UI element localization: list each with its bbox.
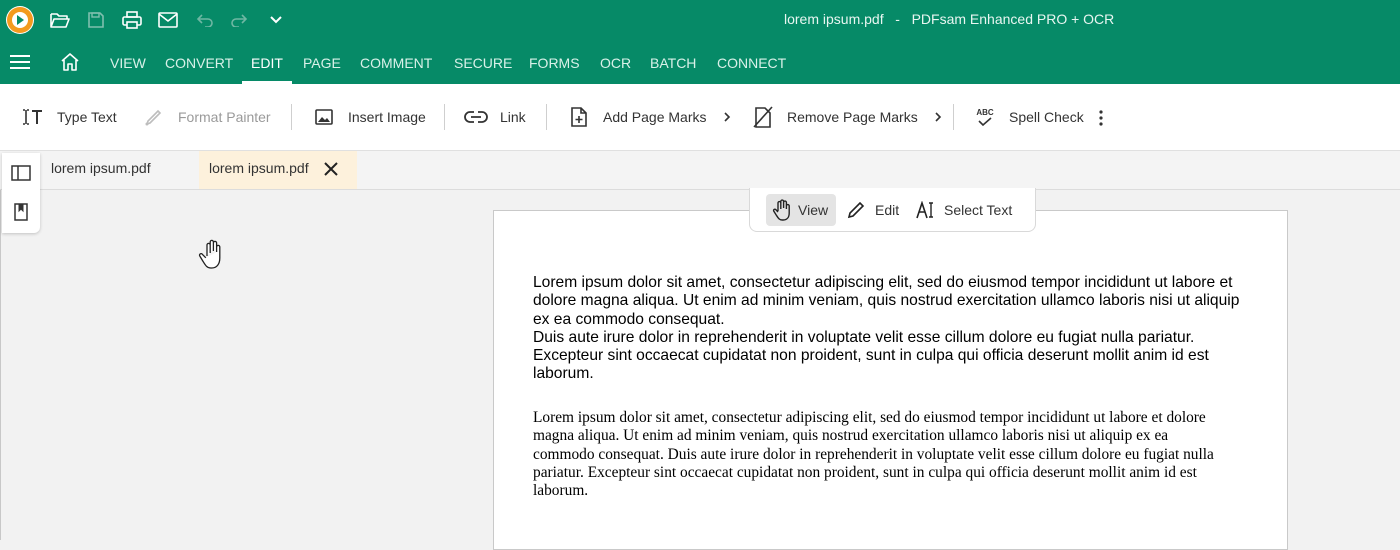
text-line: ex ea commodo consequat. xyxy=(533,310,725,328)
menu-batch[interactable]: BATCH xyxy=(650,40,696,84)
edit-ribbon: Type Text Format Painter Insert Image Li… xyxy=(0,84,1400,151)
remove-page-mark-icon xyxy=(751,105,775,129)
undo-icon[interactable] xyxy=(192,8,216,32)
text-line: Duis aute irure dolor in reprehenderit i… xyxy=(533,328,1195,346)
menu-convert[interactable]: CONVERT xyxy=(165,40,233,84)
text-line: Lorem ipsum dolor sit amet, consectetur … xyxy=(533,409,1206,426)
text-line: pariatur. Excepteur sint occaecat cupida… xyxy=(533,463,1197,481)
side-panel xyxy=(2,153,40,233)
home-icon[interactable] xyxy=(60,52,80,72)
interaction-mode-toolbar: View Edit Select Text xyxy=(749,188,1036,232)
text-line: laborum. xyxy=(533,482,589,500)
customize-chevron-icon[interactable] xyxy=(264,8,288,32)
view-mode-label: View xyxy=(798,202,829,218)
save-icon[interactable] xyxy=(84,8,108,32)
ribbon-divider xyxy=(291,104,292,130)
spell-check-label: Spell Check xyxy=(1009,109,1084,125)
hand-icon xyxy=(772,199,792,221)
chevron-right-icon xyxy=(934,111,942,123)
menu-edit[interactable]: EDIT xyxy=(251,40,283,84)
text-line: dolore magna aliqua. Ut enim ad minim ve… xyxy=(533,292,1240,310)
menu-connect[interactable]: CONNECT xyxy=(717,40,786,84)
more-options-icon[interactable] xyxy=(1096,109,1106,127)
add-page-marks-button[interactable]: Add Page Marks xyxy=(567,84,731,150)
image-icon xyxy=(312,105,336,129)
text-line: laborum. xyxy=(533,365,594,383)
select-text-mode-label: Select Text xyxy=(944,202,1013,218)
sidebar-toggle-icon[interactable] xyxy=(11,163,31,183)
tab-label: lorem ipsum.pdf xyxy=(51,160,151,176)
link-button[interactable]: Link xyxy=(464,84,526,150)
link-icon xyxy=(464,105,488,129)
spell-check-icon: ABC xyxy=(973,105,997,129)
menu-secure[interactable]: SECURE xyxy=(454,40,512,84)
redo-icon[interactable] xyxy=(228,8,252,32)
format-painter-label: Format Painter xyxy=(178,109,271,125)
remove-page-marks-label: Remove Page Marks xyxy=(787,109,918,125)
edit-mode-button[interactable]: Edit xyxy=(847,194,899,226)
format-painter-button[interactable]: Format Painter xyxy=(142,84,271,150)
insert-image-button[interactable]: Insert Image xyxy=(312,84,426,150)
add-page-mark-icon xyxy=(567,105,591,129)
type-text-icon xyxy=(21,105,45,129)
open-folder-icon[interactable] xyxy=(48,8,72,32)
app-logo-icon[interactable] xyxy=(6,6,34,34)
remove-page-marks-button[interactable]: Remove Page Marks xyxy=(751,84,942,150)
text-line: magna aliqua. Ut enim ad minim veniam, q… xyxy=(533,427,1169,445)
format-painter-icon xyxy=(142,105,166,129)
document-tab[interactable]: lorem ipsum.pdf xyxy=(42,151,198,189)
bookmark-icon[interactable] xyxy=(11,202,31,222)
document-tab-bar: lorem ipsum.pdf lorem ipsum.pdf xyxy=(0,151,1400,190)
hamburger-menu-icon[interactable] xyxy=(9,52,31,72)
link-label: Link xyxy=(500,109,526,125)
select-text-mode-button[interactable]: Select Text xyxy=(916,194,1012,226)
ribbon-divider xyxy=(444,104,445,130)
spell-check-button[interactable]: ABC Spell Check xyxy=(973,84,1084,150)
menu-ocr[interactable]: OCR xyxy=(600,40,631,84)
menu-view[interactable]: VIEW xyxy=(110,40,146,84)
text-line: Excepteur sint occaecat cupidatat non pr… xyxy=(533,347,1209,365)
document-paragraph-serif: Lorem ipsum dolor sit amet, consectetur … xyxy=(533,409,1268,500)
chevron-right-icon xyxy=(723,111,731,123)
select-text-icon xyxy=(916,201,936,219)
menu-forms[interactable]: FORMS xyxy=(529,40,580,84)
tab-label: lorem ipsum.pdf xyxy=(209,160,309,176)
close-icon[interactable] xyxy=(324,162,338,176)
type-text-label: Type Text xyxy=(57,109,117,125)
email-icon[interactable] xyxy=(156,8,180,32)
title-bar: lorem ipsum.pdf - PDFsam Enhanced PRO + … xyxy=(0,0,1400,40)
edit-mode-label: Edit xyxy=(875,202,900,218)
hand-cursor-icon xyxy=(198,238,228,272)
menu-comment[interactable]: COMMENT xyxy=(360,40,432,84)
insert-image-label: Insert Image xyxy=(348,109,426,125)
menu-bar: VIEW CONVERT EDIT PAGE COMMENT SECURE FO… xyxy=(0,40,1400,84)
menu-page[interactable]: PAGE xyxy=(303,40,341,84)
type-text-button[interactable]: Type Text xyxy=(21,84,117,150)
add-page-marks-label: Add Page Marks xyxy=(603,109,707,125)
pencil-icon xyxy=(847,201,865,219)
spell-check-icon-text: ABC xyxy=(976,108,994,117)
view-mode-button[interactable]: View xyxy=(766,194,837,226)
ribbon-divider xyxy=(546,104,547,130)
text-line: commodo consequat. Duis aute irure dolor… xyxy=(533,445,1214,463)
document-tab-active[interactable]: lorem ipsum.pdf xyxy=(199,151,357,189)
window-title: lorem ipsum.pdf - PDFsam Enhanced PRO + … xyxy=(784,11,1115,27)
ribbon-divider xyxy=(953,104,954,130)
document-paragraph-sans: Lorem ipsum dolor sit amet, consectetur … xyxy=(533,274,1268,384)
print-icon[interactable] xyxy=(120,8,144,32)
text-line: Lorem ipsum dolor sit amet, consectetur … xyxy=(533,274,1233,291)
